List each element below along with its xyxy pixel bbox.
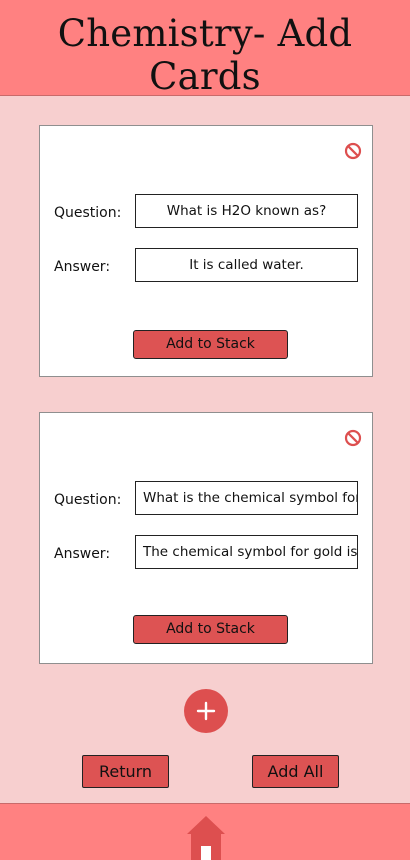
delete-card-icon[interactable] (344, 429, 362, 447)
answer-input[interactable]: The chemical symbol for gold is (135, 535, 358, 569)
page-title: Chemistry- Add Cards (57, 12, 353, 98)
add-to-stack-button[interactable]: Add to Stack (133, 615, 288, 644)
answer-input[interactable]: It is called water. (135, 248, 358, 282)
question-input[interactable]: What is the chemical symbol for (135, 481, 358, 515)
add-card-button[interactable] (184, 689, 228, 733)
bottom-nav-bar (0, 803, 410, 860)
plus-icon (196, 701, 216, 721)
flashcard-editor: Question: What is the chemical symbol fo… (39, 412, 373, 664)
answer-label: Answer: (54, 259, 111, 275)
delete-card-icon[interactable] (344, 142, 362, 160)
question-label: Question: (54, 492, 122, 508)
flashcard-editor: Question: What is H2O known as? Answer: … (39, 125, 373, 377)
add-all-button[interactable]: Add All (252, 755, 339, 788)
return-button[interactable]: Return (82, 755, 169, 788)
question-input[interactable]: What is H2O known as? (135, 194, 358, 228)
answer-label: Answer: (54, 546, 111, 562)
app-header: Chemistry- Add Cards (0, 0, 410, 98)
home-icon[interactable] (186, 814, 226, 860)
add-to-stack-button[interactable]: Add to Stack (133, 330, 288, 359)
question-label: Question: (54, 205, 122, 221)
